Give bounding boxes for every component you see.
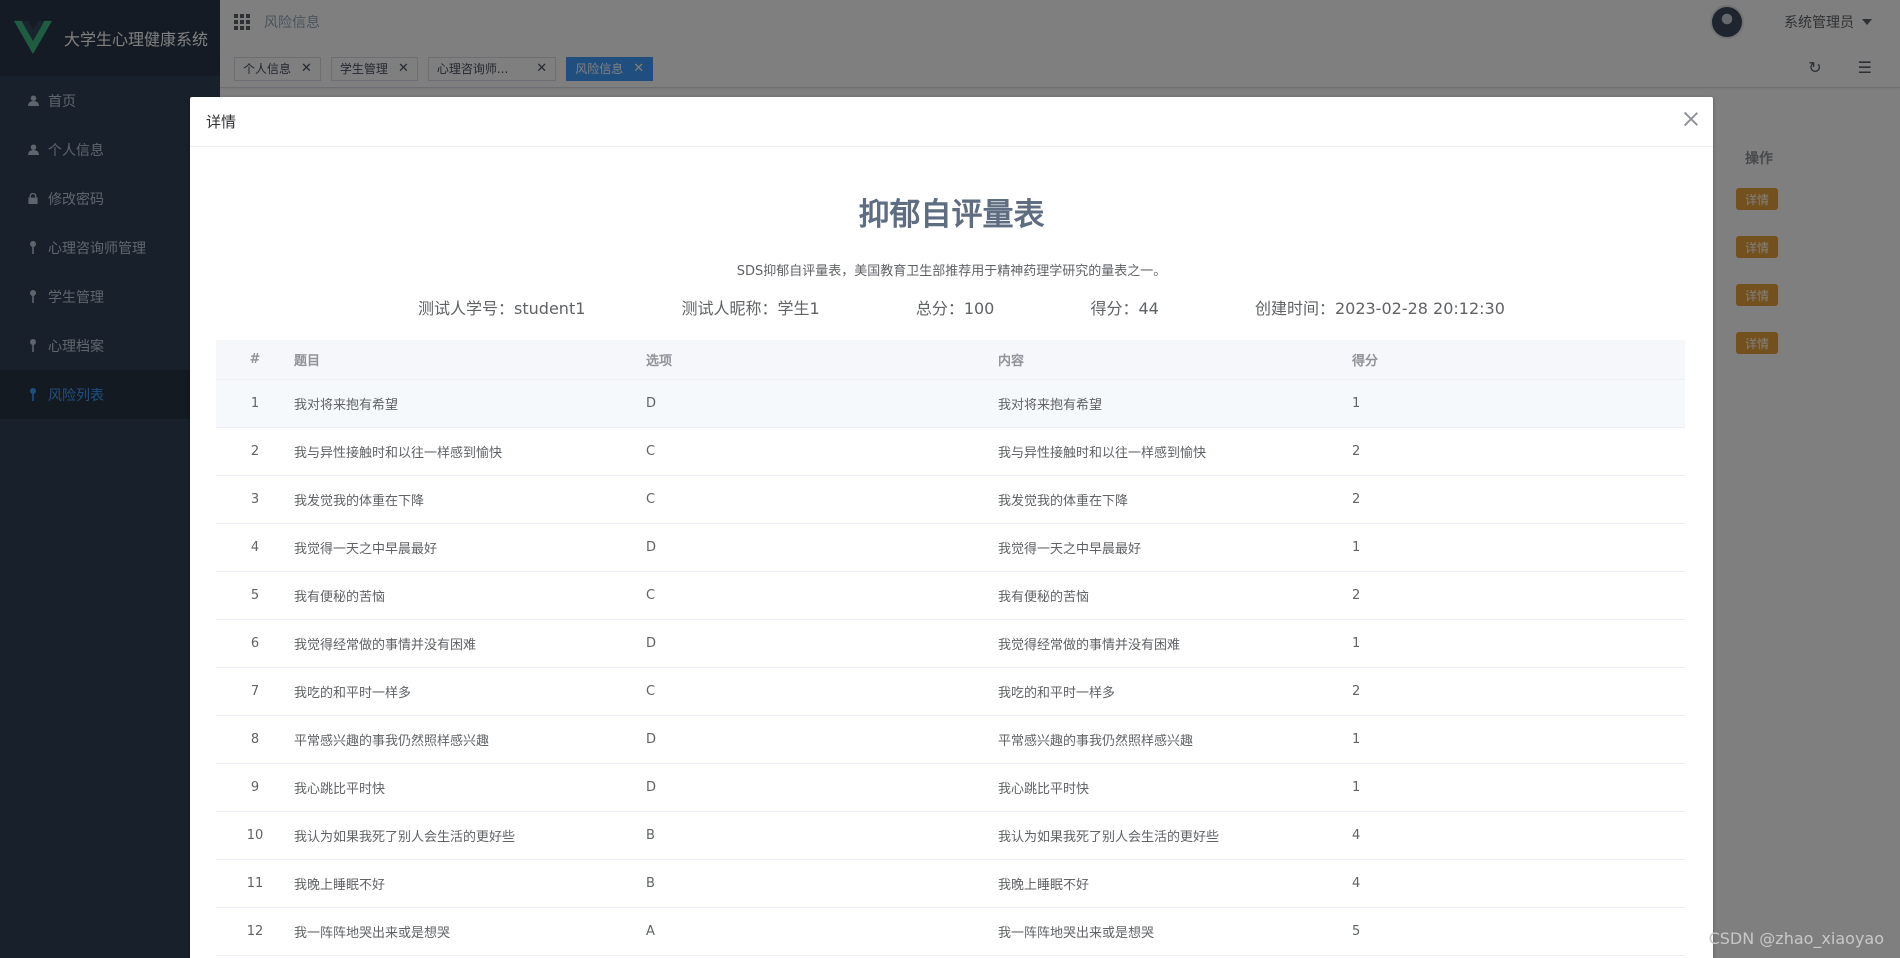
col-index: #: [216, 340, 294, 380]
table-row: 3 我发觉我的体重在下降 C 我发觉我的体重在下降 2: [216, 475, 1685, 524]
row-content: 我与异性接触时和以往一样感到愉快: [998, 427, 1352, 476]
row-index: 9: [216, 763, 294, 812]
table-body: 1 我对将来抱有希望 D 我对将来抱有希望 1 2 我与异性接触时和以往一样感到愉快 C 我与异…: [216, 379, 1685, 956]
row-option: D: [646, 715, 998, 764]
obtained-score: 得分：44: [1090, 299, 1159, 318]
row-score: 1: [1352, 763, 1685, 812]
row-score: 1: [1352, 715, 1685, 764]
row-option: C: [646, 667, 998, 716]
created-time: 创建时间：2023-02-28 20:12:30: [1254, 299, 1505, 318]
col-score: 得分: [1352, 340, 1685, 380]
total-score: 总分：100: [915, 299, 995, 318]
row-question: 平常感兴趣的事我仍然照样感兴趣: [294, 715, 646, 764]
row-option: D: [646, 523, 998, 572]
row-option: A: [646, 907, 998, 956]
table-row: 10 我认为如果我死了别人会生活的更好些 B 我认为如果我死了别人会生活的更好些 4: [216, 811, 1685, 860]
row-content: 我认为如果我死了别人会生活的更好些: [998, 811, 1352, 860]
answers-table: # 题目 选项 内容 得分 1 我对将来抱有希望 D 我对将来抱有希望 1 2 我与异性接触…: [216, 340, 1685, 956]
table-row: 2 我与异性接触时和以往一样感到愉快 C 我与异性接触时和以往一样感到愉快 2: [216, 427, 1685, 476]
scale-description: SDS抑郁自评量表，美国教育卫生部推荐用于精神药理学研究的量表之一。: [736, 264, 1167, 279]
row-question: 我认为如果我死了别人会生活的更好些: [294, 811, 646, 860]
col-question: 题目: [294, 340, 646, 380]
row-index: 4: [216, 523, 294, 572]
row-score: 5: [1352, 907, 1685, 956]
row-score: 1: [1352, 619, 1685, 668]
row-content: 我觉得经常做的事情并没有困难: [998, 619, 1352, 668]
row-option: D: [646, 619, 998, 668]
table-row: 8 平常感兴趣的事我仍然照样感兴趣 D 平常感兴趣的事我仍然照样感兴趣 1: [216, 715, 1685, 764]
row-question: 我觉得一天之中早晨最好: [294, 523, 646, 572]
row-index: 12: [216, 907, 294, 956]
row-question: 我对将来抱有希望: [294, 379, 646, 428]
col-option: 选项: [646, 340, 998, 380]
row-index: 3: [216, 475, 294, 524]
detail-dialog: 详情 抑郁自评量表 SDS抑郁自评量表，美国教育卫生部推荐用于精神药理学研究的量…: [190, 97, 1713, 958]
nickname: 测试人昵称：学生1: [681, 299, 820, 318]
table-row: 1 我对将来抱有希望 D 我对将来抱有希望 1: [216, 379, 1685, 428]
row-index: 1: [216, 379, 294, 428]
row-index: 6: [216, 619, 294, 668]
table-row: 11 我晚上睡眠不好 B 我晚上睡眠不好 4: [216, 859, 1685, 908]
table-row: 4 我觉得一天之中早晨最好 D 我觉得一天之中早晨最好 1: [216, 523, 1685, 572]
row-content: 我觉得一天之中早晨最好: [998, 523, 1352, 572]
table-row: 12 我一阵阵地哭出来或是想哭 A 我一阵阵地哭出来或是想哭 5: [216, 907, 1685, 956]
row-content: 我晚上睡眠不好: [998, 859, 1352, 908]
row-question: 我有便秘的苦恼: [294, 571, 646, 620]
row-content: 我对将来抱有希望: [998, 379, 1352, 428]
close-icon[interactable]: [1683, 111, 1699, 127]
row-score: 1: [1352, 523, 1685, 572]
row-score: 2: [1352, 427, 1685, 476]
table-row: 5 我有便秘的苦恼 C 我有便秘的苦恼 2: [216, 571, 1685, 620]
dialog-title: 详情: [206, 113, 237, 131]
row-option: D: [646, 763, 998, 812]
row-index: 7: [216, 667, 294, 716]
table-row: 7 我吃的和平时一样多 C 我吃的和平时一样多 2: [216, 667, 1685, 716]
row-score: 2: [1352, 475, 1685, 524]
row-index: 5: [216, 571, 294, 620]
table-row: 9 我心跳比平时快 D 我心跳比平时快 1: [216, 763, 1685, 812]
scale-title: 抑郁自评量表: [858, 197, 1045, 233]
row-question: 我觉得经常做的事情并没有困难: [294, 619, 646, 668]
row-content: 平常感兴趣的事我仍然照样感兴趣: [998, 715, 1352, 764]
row-question: 我心跳比平时快: [294, 763, 646, 812]
row-content: 我心跳比平时快: [998, 763, 1352, 812]
row-option: B: [646, 859, 998, 908]
row-score: 2: [1352, 571, 1685, 620]
row-option: C: [646, 571, 998, 620]
row-score: 2: [1352, 667, 1685, 716]
row-content: 我一阵阵地哭出来或是想哭: [998, 907, 1352, 956]
table-header-row: # 题目 选项 内容 得分: [216, 340, 1685, 380]
row-index: 8: [216, 715, 294, 764]
row-question: 我一阵阵地哭出来或是想哭: [294, 907, 646, 956]
row-score: 4: [1352, 811, 1685, 860]
row-index: 2: [216, 427, 294, 476]
row-index: 10: [216, 811, 294, 860]
row-content: 我有便秘的苦恼: [998, 571, 1352, 620]
row-option: C: [646, 427, 998, 476]
col-content: 内容: [998, 340, 1352, 380]
row-score: 4: [1352, 859, 1685, 908]
row-score: 1: [1352, 379, 1685, 428]
row-question: 我发觉我的体重在下降: [294, 475, 646, 524]
row-option: D: [646, 379, 998, 428]
row-question: 我晚上睡眠不好: [294, 859, 646, 908]
row-content: 我发觉我的体重在下降: [998, 475, 1352, 524]
row-question: 我吃的和平时一样多: [294, 667, 646, 716]
test-meta: 测试人学号：student1 测试人昵称：学生1 总分：100 得分：44 创建…: [190, 295, 1713, 319]
row-content: 我吃的和平时一样多: [998, 667, 1352, 716]
dialog-header: 详情: [190, 97, 1713, 147]
row-option: B: [646, 811, 998, 860]
watermark: CSDN @zhao_xiaoyao: [1708, 929, 1884, 948]
row-question: 我与异性接触时和以往一样感到愉快: [294, 427, 646, 476]
student-id: 测试人学号：student1: [418, 299, 586, 318]
row-index: 11: [216, 859, 294, 908]
table-row: 6 我觉得经常做的事情并没有困难 D 我觉得经常做的事情并没有困难 1: [216, 619, 1685, 668]
row-option: C: [646, 475, 998, 524]
